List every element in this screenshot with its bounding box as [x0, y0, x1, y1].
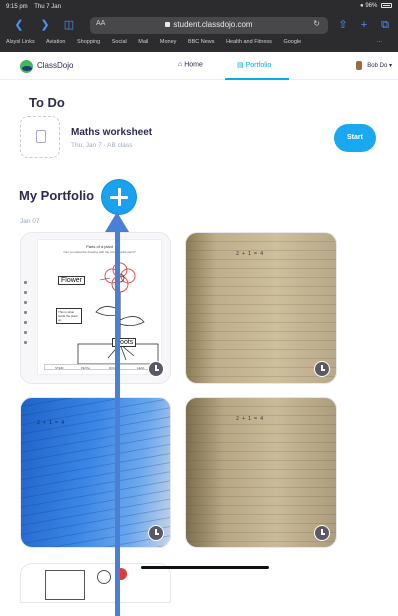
drawing-tools: [24, 281, 30, 351]
clock-icon: [148, 525, 164, 541]
sidebar-icon[interactable]: ◫: [62, 18, 76, 32]
user-name: Bob Do: [367, 63, 388, 70]
portfolio-card[interactable]: 2 + 1 = 4: [185, 232, 337, 384]
url-text: student.classdojo.com: [173, 20, 253, 29]
clock-icon: [314, 361, 330, 377]
bookmark-item[interactable]: Shopping: [77, 39, 100, 45]
nav-home-label: Home: [184, 61, 203, 69]
worksheet-footer: STEM PETAL ROOTS LEAF: [44, 364, 155, 370]
app-frame: 9:15 pm Thu 7 Jan ● 96% ❮ ❯ ◫ AA student…: [0, 0, 398, 616]
bookmark-item[interactable]: Social: [112, 39, 127, 45]
battery-icon: [381, 3, 392, 9]
worksheet-note: This is what holds the plant up: [56, 308, 82, 324]
footer-word: PETAL: [81, 366, 91, 370]
user-menu[interactable]: Bob Do ▾: [355, 61, 392, 70]
portfolio-date: Jan 07: [20, 218, 40, 225]
footer-word: LEAF: [137, 366, 145, 370]
forward-icon[interactable]: ❯: [38, 18, 52, 32]
bookmark-item[interactable]: Money: [160, 39, 177, 45]
portfolio-icon: ▤: [237, 62, 244, 69]
avatar: [355, 61, 362, 70]
portfolio-card[interactable]: Parts of a plant Can you label the drawi…: [20, 232, 171, 384]
label-flower: Flower: [58, 276, 86, 285]
wifi-icon: ●: [360, 3, 364, 10]
bookmark-item[interactable]: Health and Fitness: [226, 39, 272, 45]
browser-toolbar: ❮ ❯ ◫ AA student.classdojo.com ↻ ⇧ + ⧉: [0, 14, 398, 36]
status-bar: 9:15 pm Thu 7 Jan ● 96%: [6, 2, 392, 11]
annotation-arrow-shaft: [115, 228, 120, 616]
home-icon: ⌂: [178, 61, 183, 68]
brand-name[interactable]: ClassDojo: [37, 61, 73, 70]
address-bar[interactable]: AA student.classdojo.com ↻: [90, 17, 328, 34]
annotation-arrow-head: [105, 212, 129, 232]
nav-portfolio-label-wrap: ▤ Portfolio: [237, 61, 271, 69]
handwriting-text: 2 + 1 = 4: [37, 420, 65, 426]
portfolio-card[interactable]: 2 + 1 = 4: [20, 397, 171, 548]
home-indicator: [141, 566, 269, 569]
classdojo-logo[interactable]: [20, 60, 33, 73]
clock-icon: [148, 361, 164, 377]
bookmark-item[interactable]: Google: [283, 39, 301, 45]
url-text-wrap: student.classdojo.com: [90, 20, 328, 29]
bookmark-item[interactable]: Alsysl Links: [6, 39, 35, 45]
back-icon[interactable]: ❮: [12, 18, 26, 32]
bookmark-item[interactable]: Aviation: [46, 39, 65, 45]
nav-home[interactable]: ⌂ Home: [178, 61, 203, 68]
bookmark-item[interactable]: Mail: [138, 39, 148, 45]
status-right: ● 96%: [360, 3, 392, 10]
portfolio-card-partial[interactable]: [20, 563, 171, 603]
chevron-down-icon: ▾: [388, 63, 392, 70]
status-time: 9:15 pm: [6, 3, 28, 10]
reload-icon[interactable]: ↻: [313, 19, 320, 28]
add-post-button[interactable]: [102, 180, 136, 214]
worksheet-image: Parts of a plant Can you label the drawi…: [37, 239, 162, 375]
todo-heading: To Do: [29, 95, 65, 110]
share-icon[interactable]: ⇧: [336, 18, 350, 32]
start-button[interactable]: Start: [334, 124, 376, 152]
top-nav: ClassDojo ⌂ Home ▤ Portfolio Bob Do ▾: [0, 52, 398, 80]
status-left: 9:15 pm Thu 7 Jan: [6, 4, 66, 10]
battery-percent: 96%: [365, 3, 378, 10]
handwriting-text: 2 + 1 = 4: [236, 251, 264, 257]
lock-icon: [165, 22, 171, 28]
nav-portfolio-label: Portfolio: [245, 61, 272, 69]
bookmark-item[interactable]: BBC News: [188, 39, 215, 45]
bookmarks-bar: Alsysl Links Aviation Shopping Social Ma…: [6, 39, 394, 49]
new-tab-icon[interactable]: +: [357, 18, 371, 32]
footer-word: STEM: [55, 366, 64, 370]
tabs-icon[interactable]: ⧉: [378, 18, 392, 32]
handwriting-text: 2 + 1 = 4: [236, 416, 264, 422]
nav-portfolio[interactable]: ▤ Portfolio: [225, 52, 289, 80]
status-date: Thu 7 Jan: [34, 3, 61, 10]
bookmarks-more[interactable]: ···: [377, 39, 383, 45]
portfolio-heading: My Portfolio: [19, 188, 95, 203]
portfolio-card[interactable]: 2 + 1 = 4: [185, 397, 337, 548]
todo-item-title[interactable]: Maths worksheet: [71, 127, 152, 138]
browser-chrome: 9:15 pm Thu 7 Jan ● 96% ❮ ❯ ◫ AA student…: [0, 0, 398, 52]
clock-icon: [314, 525, 330, 541]
clipboard-icon: [20, 116, 60, 158]
todo-item-meta: Thu, Jan 7 · AB class: [71, 142, 133, 149]
